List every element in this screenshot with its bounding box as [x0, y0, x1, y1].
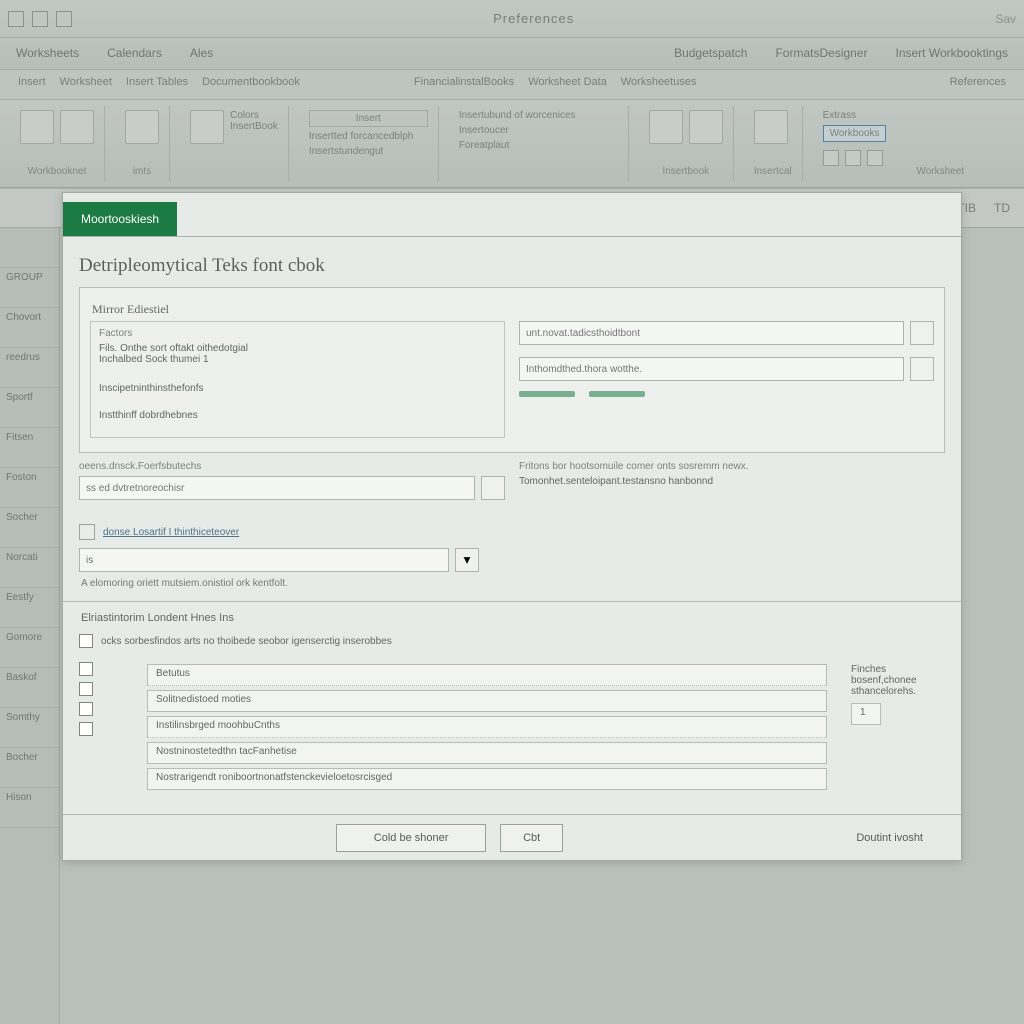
progress-decor — [519, 391, 934, 397]
list-item[interactable]: Instilinsbrged moohbuCnths — [147, 716, 827, 738]
list-item[interactable]: Nostninostetedthn tacFanhetise — [147, 742, 827, 764]
under-panel-right: Fritons bor hootsomuile comer onts sosre… — [519, 461, 945, 500]
hint-text: A elomoring oriett mutsiem.onistiol ork … — [81, 578, 945, 589]
left-column: Factors Fils. Onthe sort oftakt oithedot… — [90, 321, 505, 438]
dialog-heading: Detripleomytical Teks font cbok — [79, 255, 945, 277]
note-label: Fritons bor hootsomuile comer onts sosre… — [519, 461, 945, 472]
browse-button-2[interactable] — [910, 357, 934, 381]
separator — [63, 601, 961, 602]
help-link[interactable]: donse Losartif I thinthiceteover — [103, 527, 239, 538]
doc-icon — [79, 524, 95, 540]
under-panel-browse-button[interactable] — [481, 476, 505, 500]
checkbox[interactable] — [79, 634, 93, 648]
note-value: Tomonhet.senteloipant.testansno hanbonnd — [519, 476, 945, 487]
checkbox-label: ocks sorbesfindos arts no thoibede seobo… — [101, 636, 392, 647]
list-item[interactable]: Solitnedistoed moties — [147, 690, 827, 712]
right-column — [519, 321, 934, 438]
list-item[interactable]: Nostrarigendt roniboortnonatfstenckeviel… — [147, 768, 827, 790]
checkbox[interactable] — [79, 722, 93, 736]
secondary-button[interactable]: Cbt — [500, 824, 563, 852]
path-input-2[interactable] — [519, 357, 904, 381]
dialog-active-tab[interactable]: Moortooskiesh — [63, 202, 177, 236]
dialog-footer: Cold be shoner Cbt Doutint ivosht — [63, 814, 961, 860]
small-stepper[interactable]: 1 — [851, 703, 881, 725]
dialog-tabbar: Moortooskiesh — [63, 193, 961, 237]
options-heading: Elriastintorim Londent Hnes Ins — [81, 612, 945, 624]
primary-button[interactable]: Cold be shoner — [336, 824, 486, 852]
main-text-input[interactable] — [79, 548, 449, 572]
readonly-text: Inscipetninthinsthefonfs — [99, 383, 496, 394]
right-col-header: Finches bosenf,chonee sthancelorehs. — [851, 664, 945, 697]
tertiary-button[interactable]: Doutint ivosht — [834, 824, 945, 852]
mirror-panel: Mirror Ediestiel Factors Fils. Onthe sor… — [79, 287, 945, 453]
checkbox[interactable] — [79, 702, 93, 716]
dropdown-button[interactable]: ▾ — [455, 548, 479, 572]
options-grid: Betutus Solitnedistoed moties Instilinsb… — [79, 660, 945, 794]
checkbox[interactable] — [79, 682, 93, 696]
small-label: Factors — [99, 328, 496, 339]
readonly-text: Instthinff dobrdhebnes — [99, 410, 496, 421]
readonly-text: Fils. Onthe sort oftakt oithedotgial Inc… — [99, 343, 496, 365]
list-item[interactable]: Betutus — [147, 664, 827, 686]
dialog-body: Detripleomytical Teks font cbok Mirror E… — [63, 237, 961, 814]
under-panel-input[interactable] — [79, 476, 475, 500]
checkbox[interactable] — [79, 662, 93, 676]
browse-button-1[interactable] — [910, 321, 934, 345]
field-label: oeens.dnsck.Foerfsbutechs — [79, 461, 505, 472]
path-input-1[interactable] — [519, 321, 904, 345]
preferences-dialog: Moortooskiesh Detripleomytical Teks font… — [62, 192, 962, 861]
panel-subheading: Mirror Ediestiel — [92, 302, 934, 317]
under-panel-left: oeens.dnsck.Foerfsbutechs — [79, 461, 505, 500]
